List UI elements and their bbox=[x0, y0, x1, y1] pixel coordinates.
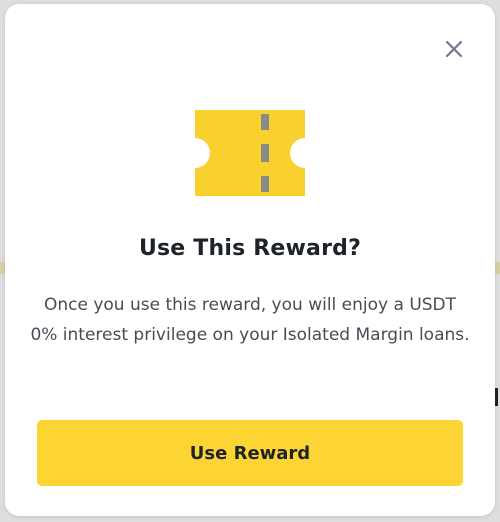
use-reward-button[interactable]: Use Reward bbox=[37, 420, 463, 486]
close-icon bbox=[445, 40, 463, 58]
close-button[interactable] bbox=[443, 38, 465, 60]
dialog-title: Use This Reward? bbox=[138, 236, 362, 261]
dialog-description: Once you use this reward, you will enjoy… bbox=[30, 295, 470, 345]
ticket-icon bbox=[195, 110, 305, 196]
background-marker bbox=[495, 388, 498, 406]
reward-dialog: Use This Reward? Once you use this rewar… bbox=[5, 4, 495, 516]
